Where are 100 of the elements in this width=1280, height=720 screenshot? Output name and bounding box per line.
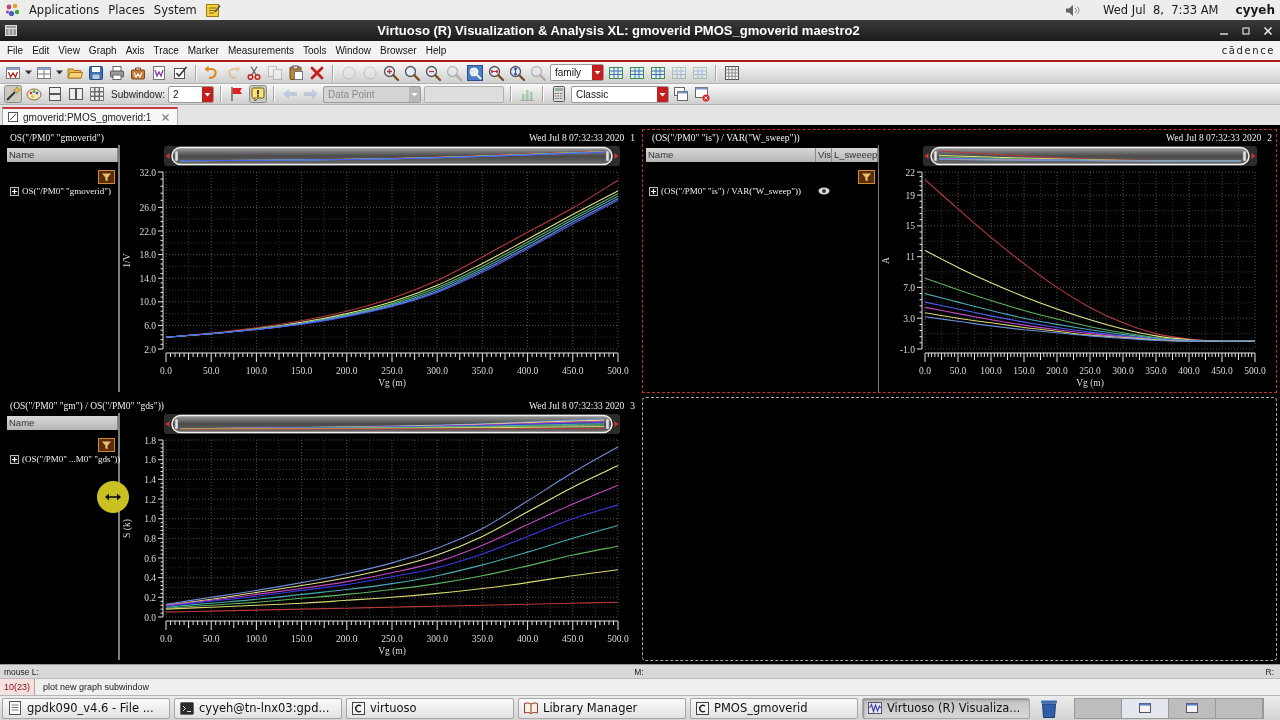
trash-icon[interactable] [1040, 698, 1058, 718]
x-tick-label: 500.0 [1244, 366, 1266, 376]
paste-icon[interactable] [287, 63, 305, 82]
workspace-switch[interactable] [1122, 698, 1169, 718]
book-icon [524, 702, 538, 714]
menu-item[interactable]: Edit [32, 45, 50, 56]
x-tick-label: 300.0 [426, 634, 448, 644]
dropdown[interactable]: family [550, 64, 604, 81]
window-title: Virtuoso (R) Visualization & Analysis XL: gmoverid PMOS_gmoverid maestro2 [377, 23, 860, 38]
column-header[interactable]: L_sweeep [832, 148, 878, 162]
trace-name[interactable]: (OS("/PM0" "is") / VAR("W_sweep")) [661, 186, 801, 196]
menu-item[interactable]: Trace [153, 45, 179, 56]
y-axis-label: A [881, 257, 891, 264]
taskbar-window-button[interactable]: gpdk090_v4.6 - File ... [2, 697, 170, 719]
top-panel-menu[interactable]: Applications [29, 3, 100, 17]
menu-item[interactable]: File [7, 45, 24, 56]
x-tick-label: 0.0 [160, 366, 172, 376]
notepad-icon[interactable] [205, 3, 221, 17]
wand-icon[interactable] [4, 85, 22, 103]
alert-note-icon[interactable] [248, 85, 267, 103]
program-window-icon [352, 701, 365, 715]
overlapping-windows-icon[interactable] [671, 85, 690, 103]
column-header[interactable]: Vis [816, 148, 832, 162]
user-name[interactable]: cyyeh [1235, 3, 1275, 17]
side-by-side-panes-icon[interactable] [67, 85, 85, 103]
table-icon[interactable] [723, 63, 741, 82]
eye-icon[interactable] [818, 187, 830, 195]
expand-plus-icon[interactable] [10, 454, 19, 464]
graph-subwindow[interactable] [642, 129, 1277, 393]
menu-item[interactable]: Window [335, 45, 371, 56]
dropdown-caret-icon[interactable] [56, 70, 63, 75]
zoom-in-icon[interactable] [382, 63, 400, 82]
taskbar-window-button[interactable]: cyyeh@tn-lnx03:gpd... [174, 697, 342, 719]
x-tick-label: 350.0 [1145, 366, 1167, 376]
menu-item[interactable]: Help [425, 45, 447, 56]
taskbar-window-button[interactable]: virtuoso [346, 697, 514, 719]
x-tick-label: 150.0 [290, 366, 313, 376]
document-icon [8, 112, 18, 122]
overview-scroll-bar[interactable] [923, 146, 1257, 166]
filter-icon[interactable] [858, 170, 875, 184]
zoom-out-icon[interactable] [424, 63, 442, 82]
filter-icon[interactable] [98, 170, 115, 184]
taskbar-window-button[interactable]: Virtuoso (R) Visualiza... [862, 697, 1030, 719]
stacked-panes-icon[interactable] [46, 85, 64, 103]
clock[interactable]: Wed Jul 8, 7:33 AM [1103, 3, 1219, 17]
x-tick-label: 450.0 [562, 366, 584, 376]
dots-logo-icon[interactable] [5, 3, 20, 17]
menu-item[interactable]: Measurements [227, 45, 295, 56]
x-axis-label: Vg (m) [1076, 378, 1104, 388]
zoom-fit-icon[interactable] [466, 63, 484, 82]
taskbar-window-button[interactable]: Library Manager [518, 697, 686, 719]
workspace-switcher[interactable] [1074, 697, 1264, 719]
x-tick-label: 100.0 [245, 366, 268, 376]
x-tick-label: 400.0 [516, 366, 539, 376]
x-tick-label: 200.0 [336, 366, 358, 376]
taskbar-window-button[interactable]: PMOS_gmoverid [690, 697, 858, 719]
y-tick-label: 1.8 [144, 435, 156, 446]
expand-plus-icon[interactable] [10, 186, 19, 196]
top-panel-menu[interactable]: System [153, 3, 197, 17]
x-axis-label: Vg (m) [378, 378, 406, 388]
dropdown[interactable]: Classic [570, 85, 669, 103]
overview-scroll-bar[interactable] [164, 146, 620, 166]
palette-icon[interactable] [25, 85, 43, 103]
menu-item[interactable]: Marker [187, 45, 219, 56]
y-axis-label: S (k) [122, 519, 132, 538]
save-icon[interactable] [87, 63, 105, 82]
dropdown-caret-icon[interactable] [25, 70, 32, 75]
y-tick-label: 18.0 [139, 250, 156, 261]
resize-cursor-icon [97, 481, 129, 513]
zoom-vertical-icon[interactable] [508, 63, 526, 82]
x-tick-label: 150.0 [290, 634, 313, 644]
printer-icon[interactable] [108, 63, 126, 82]
menu-item[interactable]: View [58, 45, 80, 56]
menu-item[interactable]: Tools [303, 45, 327, 56]
zoom-horizontal-icon[interactable] [487, 63, 505, 82]
tile-grid-icon[interactable] [88, 85, 106, 103]
column-header[interactable]: Name [7, 148, 118, 162]
trace-name[interactable]: (OS("/PM0" ...M0" "gds")) [22, 454, 121, 464]
x-tick-label: 50.0 [949, 366, 967, 376]
column-header[interactable]: Name [7, 416, 118, 430]
document-tab[interactable]: gmoverid:PMOS_gmoverid:1 [2, 107, 179, 125]
x-tick-label: 500.0 [607, 634, 629, 644]
window-close-icon[interactable] [692, 85, 711, 103]
trace-name[interactable]: OS("/PM0" "gmoverid") [22, 186, 111, 196]
filter-icon[interactable] [98, 438, 115, 452]
menu-item[interactable]: Browser [379, 45, 417, 56]
x-tick-label: 400.0 [516, 634, 539, 644]
scissors-icon[interactable] [245, 63, 263, 82]
waveform-icon [868, 702, 882, 714]
magnifier-icon[interactable] [403, 63, 421, 82]
overview-scroll-bar[interactable] [164, 414, 620, 434]
column-header[interactable]: Name [646, 148, 816, 162]
menu-item[interactable]: Axis [125, 45, 145, 56]
dropdown[interactable]: 2 [167, 85, 214, 103]
maximize-icon[interactable] [1242, 26, 1250, 35]
speaker-icon[interactable] [1065, 3, 1081, 17]
expand-plus-icon[interactable] [649, 186, 658, 196]
menu-item[interactable]: Graph [88, 45, 117, 56]
document-chart-icon[interactable] [150, 63, 168, 82]
top-panel-menu[interactable]: Places [108, 3, 145, 17]
